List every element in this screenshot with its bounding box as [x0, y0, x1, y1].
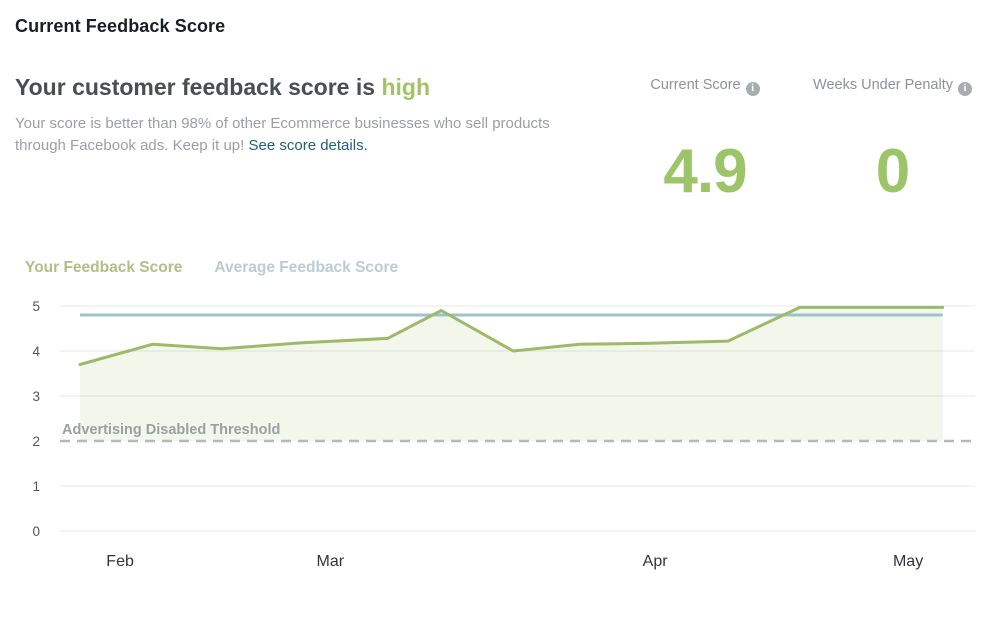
legend-average-feedback-score[interactable]: Average Feedback Score: [214, 259, 398, 277]
x-axis-tick: Feb: [106, 553, 134, 570]
y-axis-tick: 4: [32, 344, 40, 359]
hero-text: Your customer feedback score is high You…: [15, 73, 600, 157]
current-score-stat: Current Score i 4.9: [620, 73, 790, 203]
threshold-label: Advertising Disabled Threshold: [62, 422, 280, 438]
score-description: Your score is better than 98% of other E…: [15, 113, 571, 157]
score-heading-text: Your customer feedback score is: [15, 74, 376, 100]
x-axis-tick: May: [893, 553, 923, 570]
y-axis-tick: 0: [32, 524, 40, 539]
current-score-label: Current Score i: [620, 75, 790, 131]
weeks-under-penalty-label: Weeks Under Penalty i: [805, 75, 980, 131]
line-chart-canvas: 0 1 2 3 4 5 Feb Mar Apr May Advertising Disabled T…: [32, 299, 975, 570]
y-axis-tick: 1: [32, 479, 40, 494]
current-score-value: 4.9: [663, 137, 747, 206]
hero-section: Your customer feedback score is high You…: [15, 73, 985, 203]
feedback-score-chart: 0 1 2 3 4 5 Feb Mar Apr May Advertising Disabled T…: [0, 288, 1000, 593]
legend-your-feedback-score[interactable]: Your Feedback Score: [25, 259, 182, 277]
page-title: Current Feedback Score: [15, 16, 226, 36]
x-axis-tick: Apr: [643, 553, 669, 570]
see-score-details-link[interactable]: See score details.: [249, 137, 368, 154]
score-heading-highlight: high: [381, 74, 430, 100]
y-axis-tick: 5: [32, 299, 40, 314]
info-icon[interactable]: i: [957, 82, 972, 96]
your-score-area: [80, 307, 943, 441]
y-axis-tick: 2: [32, 434, 40, 449]
y-axis-tick: 3: [32, 389, 40, 404]
feedback-score-page: Current Feedback Score Your customer fee…: [0, 16, 1000, 593]
score-heading: Your customer feedback score is high: [15, 73, 600, 101]
chart-legend: Your Feedback Score Average Feedback Sco…: [15, 259, 985, 277]
weeks-under-penalty-stat: Weeks Under Penalty i 0: [805, 73, 980, 203]
info-icon[interactable]: i: [745, 82, 760, 96]
weeks-under-penalty-value: 0: [875, 137, 910, 206]
x-axis-tick: Mar: [317, 553, 345, 570]
